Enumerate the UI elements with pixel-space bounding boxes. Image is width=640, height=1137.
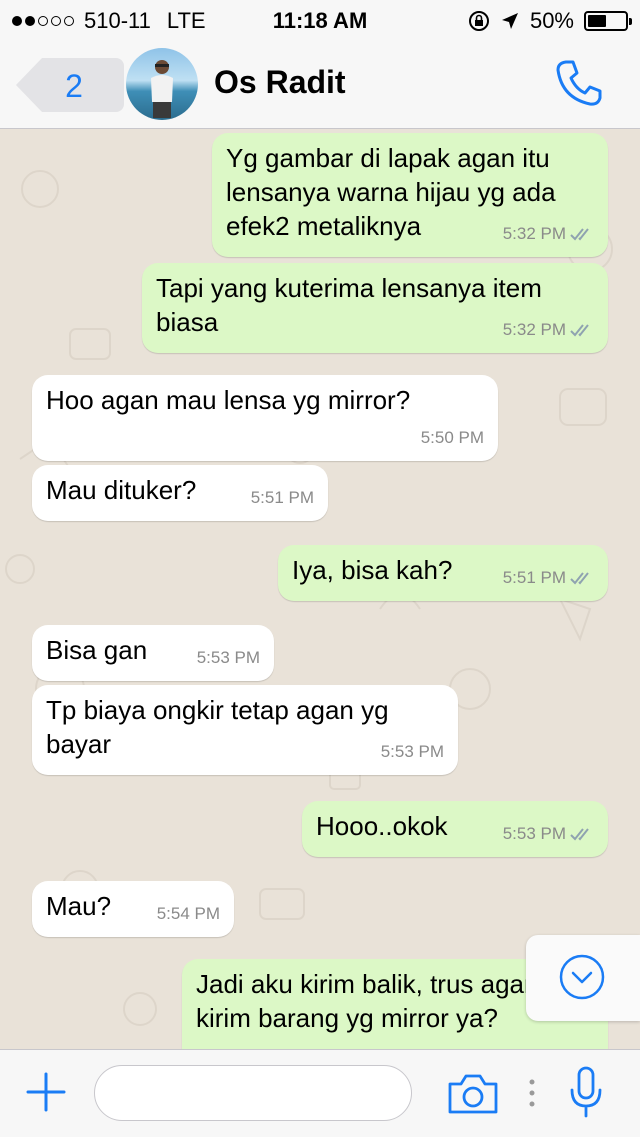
rotation-lock-icon	[468, 11, 489, 31]
incoming-message-bubble[interactable]: Tp biaya ongkir tetap agan yg bayar 5:53 …	[32, 685, 458, 775]
message-timestamp: 5:51 PM	[250, 488, 314, 507]
read-receipt-ticks-icon	[570, 828, 589, 841]
message-timestamp: 5:53 PM	[196, 648, 260, 667]
message-timestamp: 5:32 PM	[502, 224, 566, 243]
outgoing-message-bubble[interactable]: Hooo..okok 5:53 PM	[302, 801, 608, 857]
message-meta: 5:54 PM	[157, 897, 220, 931]
message-timestamp: 5:53 PM	[380, 742, 444, 761]
battery-percentage: 50%	[529, 8, 574, 33]
message-meta: 5:32 PM	[503, 217, 594, 251]
scroll-to-bottom-button[interactable]	[526, 935, 640, 1021]
read-receipt-ticks-icon	[570, 228, 589, 241]
message-text: Hoo agan mau lensa yg mirror?	[46, 385, 411, 415]
unread-count-badge: 2	[65, 68, 83, 104]
message-composer	[0, 1049, 640, 1137]
chevron-down-circle-icon	[559, 954, 605, 1000]
vertical-dots-icon[interactable]	[527, 1078, 537, 1108]
status-right: 50%	[468, 8, 632, 34]
outgoing-message-bubble[interactable]: Iya, bisa kah? 5:51 PM	[278, 545, 608, 601]
message-meta: 5:32 PM	[503, 313, 594, 347]
outgoing-message-bubble[interactable]: Tapi yang kuterima lensanya item biasa 5:…	[142, 263, 608, 353]
plus-icon[interactable]	[26, 1072, 66, 1112]
message-timestamp: 5:51 PM	[502, 568, 566, 587]
message-input[interactable]	[94, 1065, 412, 1121]
incoming-message-bubble[interactable]: Bisa gan 5:53 PM	[32, 625, 274, 681]
message-meta: 5:53 PM	[381, 735, 444, 769]
chat-area[interactable]: Yg gambar di lapak agan itu lensanya war…	[0, 129, 640, 1049]
read-receipt-ticks-icon	[570, 324, 589, 337]
message-timestamp: 5:53 PM	[502, 824, 566, 843]
chat-header: 2 Os Radit	[0, 40, 640, 129]
message-meta: 5:51 PM	[251, 481, 314, 515]
message-meta: 5:51 PM	[503, 561, 594, 595]
message-meta: 5:53 PM	[197, 641, 260, 675]
message-timestamp: 5:50 PM	[420, 428, 484, 447]
back-button[interactable]: 2	[16, 58, 124, 112]
read-receipt-ticks-icon	[570, 572, 589, 585]
location-arrow-icon	[501, 13, 518, 29]
incoming-message-bubble[interactable]: Mau? 5:54 PM	[32, 881, 234, 937]
contact-avatar[interactable]	[126, 48, 198, 120]
battery-icon	[584, 11, 632, 31]
contact-name[interactable]: Os Radit	[214, 64, 346, 101]
message-meta: 5:50 PM	[421, 421, 484, 455]
incoming-message-bubble[interactable]: Hoo agan mau lensa yg mirror? 5:50 PM	[32, 375, 498, 461]
message-meta: 5:53 PM	[503, 817, 594, 851]
outgoing-message-bubble[interactable]: Yg gambar di lapak agan itu lensanya war…	[212, 133, 608, 257]
avatar-person	[151, 60, 173, 118]
message-timestamp: 5:32 PM	[502, 320, 566, 339]
microphone-icon[interactable]	[568, 1066, 604, 1120]
camera-icon[interactable]	[446, 1072, 500, 1116]
phone-icon[interactable]	[554, 58, 604, 108]
message-timestamp: 5:54 PM	[156, 904, 220, 923]
status-bar: 510-11 LTE 11:18 AM 50%	[0, 0, 640, 40]
incoming-message-bubble[interactable]: Mau dituker? 5:51 PM	[32, 465, 328, 521]
